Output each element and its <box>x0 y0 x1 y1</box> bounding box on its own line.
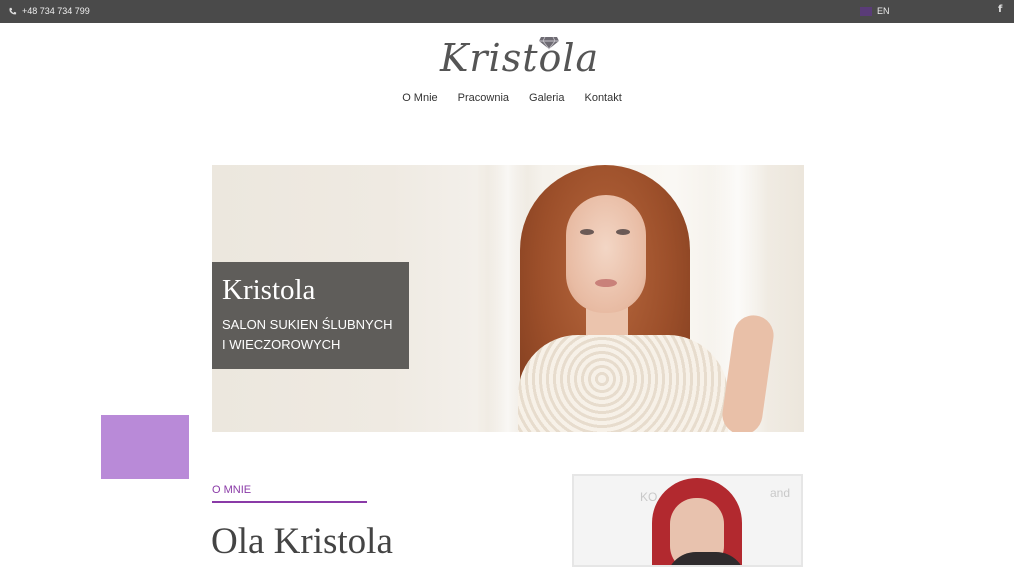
section-underline <box>212 501 367 503</box>
section-title: Ola Kristola <box>211 521 393 562</box>
main-nav: O Mnie Pracownia Galeria Kontakt <box>0 92 1014 104</box>
backdrop-logo: and <box>770 486 791 500</box>
logo-text: Kristola <box>440 36 600 80</box>
top-bar: +48 734 734 799 EN f <box>0 0 1014 23</box>
backdrop-logo: KO <box>640 490 658 504</box>
model-lips <box>595 279 617 287</box>
hero-subtitle-line2: I WIECZOROWYCH <box>222 337 341 352</box>
site-logo[interactable]: Kristola <box>438 34 598 80</box>
lace-dress <box>518 335 728 432</box>
nav-item-pracownia[interactable]: Pracownia <box>458 92 509 104</box>
language-switcher[interactable]: EN <box>860 6 890 16</box>
hero-subtitle: SALON SUKIEN ŚLUBNYCH I WIECZOROWYCH <box>222 315 399 355</box>
hero-title: Kristola <box>222 274 316 306</box>
phone-contact[interactable]: +48 734 734 799 <box>8 6 90 16</box>
phone-number[interactable]: +48 734 734 799 <box>22 6 90 16</box>
model-face <box>566 195 646 313</box>
model-eye <box>616 229 630 235</box>
hero-caption: Kristola SALON SUKIEN ŚLUBNYCH I WIECZOR… <box>212 262 409 369</box>
flag-icon <box>860 6 872 16</box>
owner-portrait: KO and <box>572 474 803 567</box>
decorative-square <box>101 415 189 479</box>
model-eye <box>580 229 594 235</box>
hero-subtitle-line1: SALON SUKIEN ŚLUBNYCH <box>222 317 393 332</box>
section-label: O MNIE <box>212 484 252 496</box>
nav-item-kontakt[interactable]: Kontakt <box>584 92 621 104</box>
language-label[interactable]: EN <box>877 6 890 16</box>
phone-icon <box>9 7 17 14</box>
facebook-icon[interactable]: f <box>998 4 1002 15</box>
nav-item-galeria[interactable]: Galeria <box>529 92 564 104</box>
hero-photo <box>478 165 804 432</box>
nav-item-o-mnie[interactable]: O Mnie <box>402 92 437 104</box>
